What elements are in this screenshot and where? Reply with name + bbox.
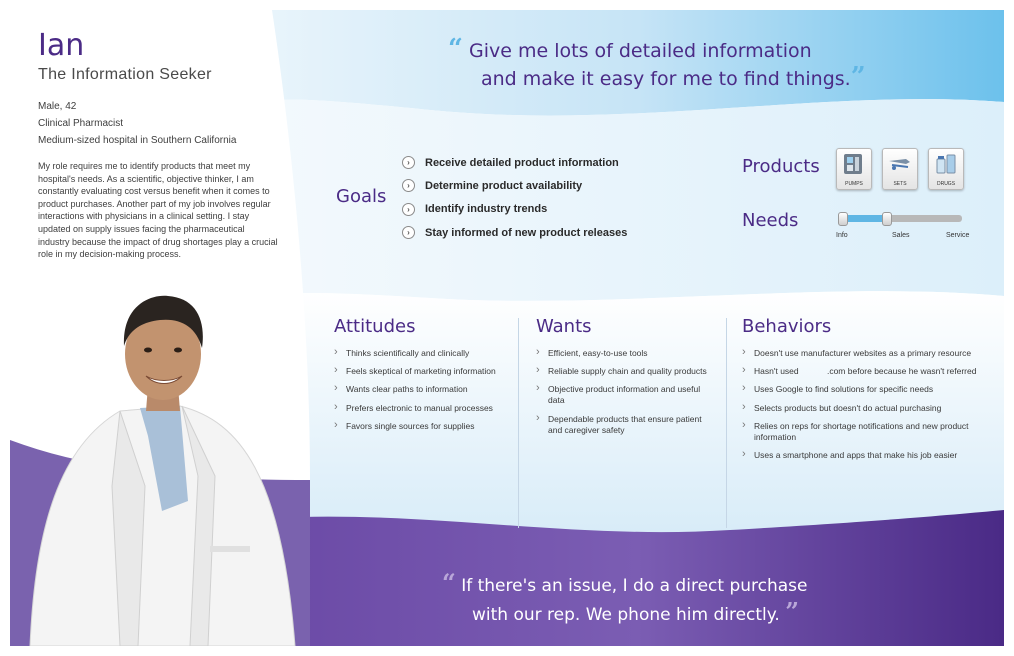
attitude-item: Prefers electronic to manual processes [334, 402, 514, 414]
attitude-item: Wants clear paths to information [334, 383, 514, 395]
iv-set-icon [889, 159, 910, 170]
product-label: DRUGS [936, 181, 956, 187]
column-divider [726, 318, 727, 528]
behaviors-heading: Behaviors [742, 316, 832, 337]
goal-item: › Determine product availability [402, 174, 627, 197]
needs-slider-handle-start [838, 212, 848, 226]
fact-gender-age: Male, 42 [38, 101, 77, 112]
attitudes-list: Thinks scientifically and clinically Fee… [334, 347, 514, 439]
open-quote-mark: “ [448, 34, 463, 64]
pump-icon [844, 154, 862, 174]
fact-job: Clinical Pharmacist [38, 118, 124, 129]
arrow-circle-icon: › [402, 156, 415, 170]
attitude-item: Favors single sources for supplies [334, 420, 514, 432]
arrow-circle-icon: › [402, 226, 415, 240]
needs-label-service: Service [946, 232, 970, 239]
needs-label-sales: Sales [892, 232, 910, 239]
goal-item: › Receive detailed product information [402, 151, 627, 174]
want-item: Dependable products that ensure patient … [536, 413, 716, 436]
goal-item: › Identify industry trends [402, 198, 627, 221]
product-pumps: PUMPS [836, 148, 872, 190]
top-quote-line-2: and make it easy for me to find things. [481, 68, 851, 90]
persona-facts: Male, 42 Clinical Pharmacist Medium-size… [38, 98, 236, 149]
persona-bio: My role requires me to identify products… [38, 161, 278, 260]
behavior-item: Doesn't use manufacturer websites as a p… [742, 347, 987, 359]
persona-role: The Information Seeker [38, 66, 212, 83]
behavior-item: Selects products but doesn't do actual p… [742, 402, 987, 414]
behavior-item: Hasn't used .com before because he wasn'… [742, 365, 987, 377]
wants-list: Efficient, easy-to-use tools Reliable su… [536, 347, 716, 443]
attitude-item: Thinks scientifically and clinically [334, 347, 514, 359]
behaviors-list: Doesn't use manufacturer websites as a p… [742, 347, 987, 468]
column-divider [518, 318, 519, 528]
arrow-circle-icon: › [402, 179, 415, 193]
behavior-item: Uses a smartphone and apps that make his… [742, 449, 987, 461]
needs-slider-handle [882, 212, 893, 226]
behavior-item: Relies on reps for shortage notification… [742, 420, 987, 443]
product-drugs: DRUGS [928, 148, 964, 190]
bottom-quote-line-2: with our rep. We phone him directly. [472, 605, 780, 625]
behavior-item: Uses Google to find solutions for specif… [742, 383, 987, 395]
product-sets: SETS [882, 148, 918, 190]
bottom-quote: “ If there's an issue, I do a direct pur… [442, 570, 807, 628]
want-item: Objective product information and useful… [536, 383, 716, 406]
want-item: Reliable supply chain and quality produc… [536, 365, 716, 377]
open-quote-mark: “ [442, 568, 456, 597]
want-item: Efficient, easy-to-use tools [536, 347, 716, 359]
close-quote-mark: ” [850, 62, 866, 92]
persona-photo [29, 295, 296, 646]
goal-item: › Stay informed of new product releases [402, 221, 627, 244]
goals-heading: Goals [336, 186, 387, 207]
arrow-circle-icon: › [402, 202, 415, 216]
fact-workplace: Medium-sized hospital in Southern Califo… [38, 135, 237, 146]
needs-slider-track [840, 215, 962, 222]
drug-vial-icon [936, 154, 956, 174]
close-quote-mark: ” [785, 597, 800, 626]
product-label: SETS [893, 181, 907, 187]
product-label: PUMPS [845, 181, 863, 187]
bottom-quote-line-1: If there's an issue, I do a direct purch… [461, 576, 808, 596]
needs-heading: Needs [742, 210, 799, 231]
top-quote: “ Give me lots of detailed information a… [448, 36, 866, 92]
attitudes-heading: Attitudes [334, 316, 416, 337]
needs-label-info: Info [836, 232, 848, 239]
products-heading: Products [742, 156, 820, 177]
persona-card: Ian The Information Seeker Male, 42 Clin… [10, 10, 1004, 646]
attitude-item: Feels skeptical of marketing information [334, 365, 514, 377]
persona-name: Ian [38, 28, 85, 63]
top-quote-line-1: Give me lots of detailed information [469, 40, 812, 62]
goals-list: › Receive detailed product information › D… [402, 151, 627, 244]
wants-heading: Wants [536, 316, 592, 337]
